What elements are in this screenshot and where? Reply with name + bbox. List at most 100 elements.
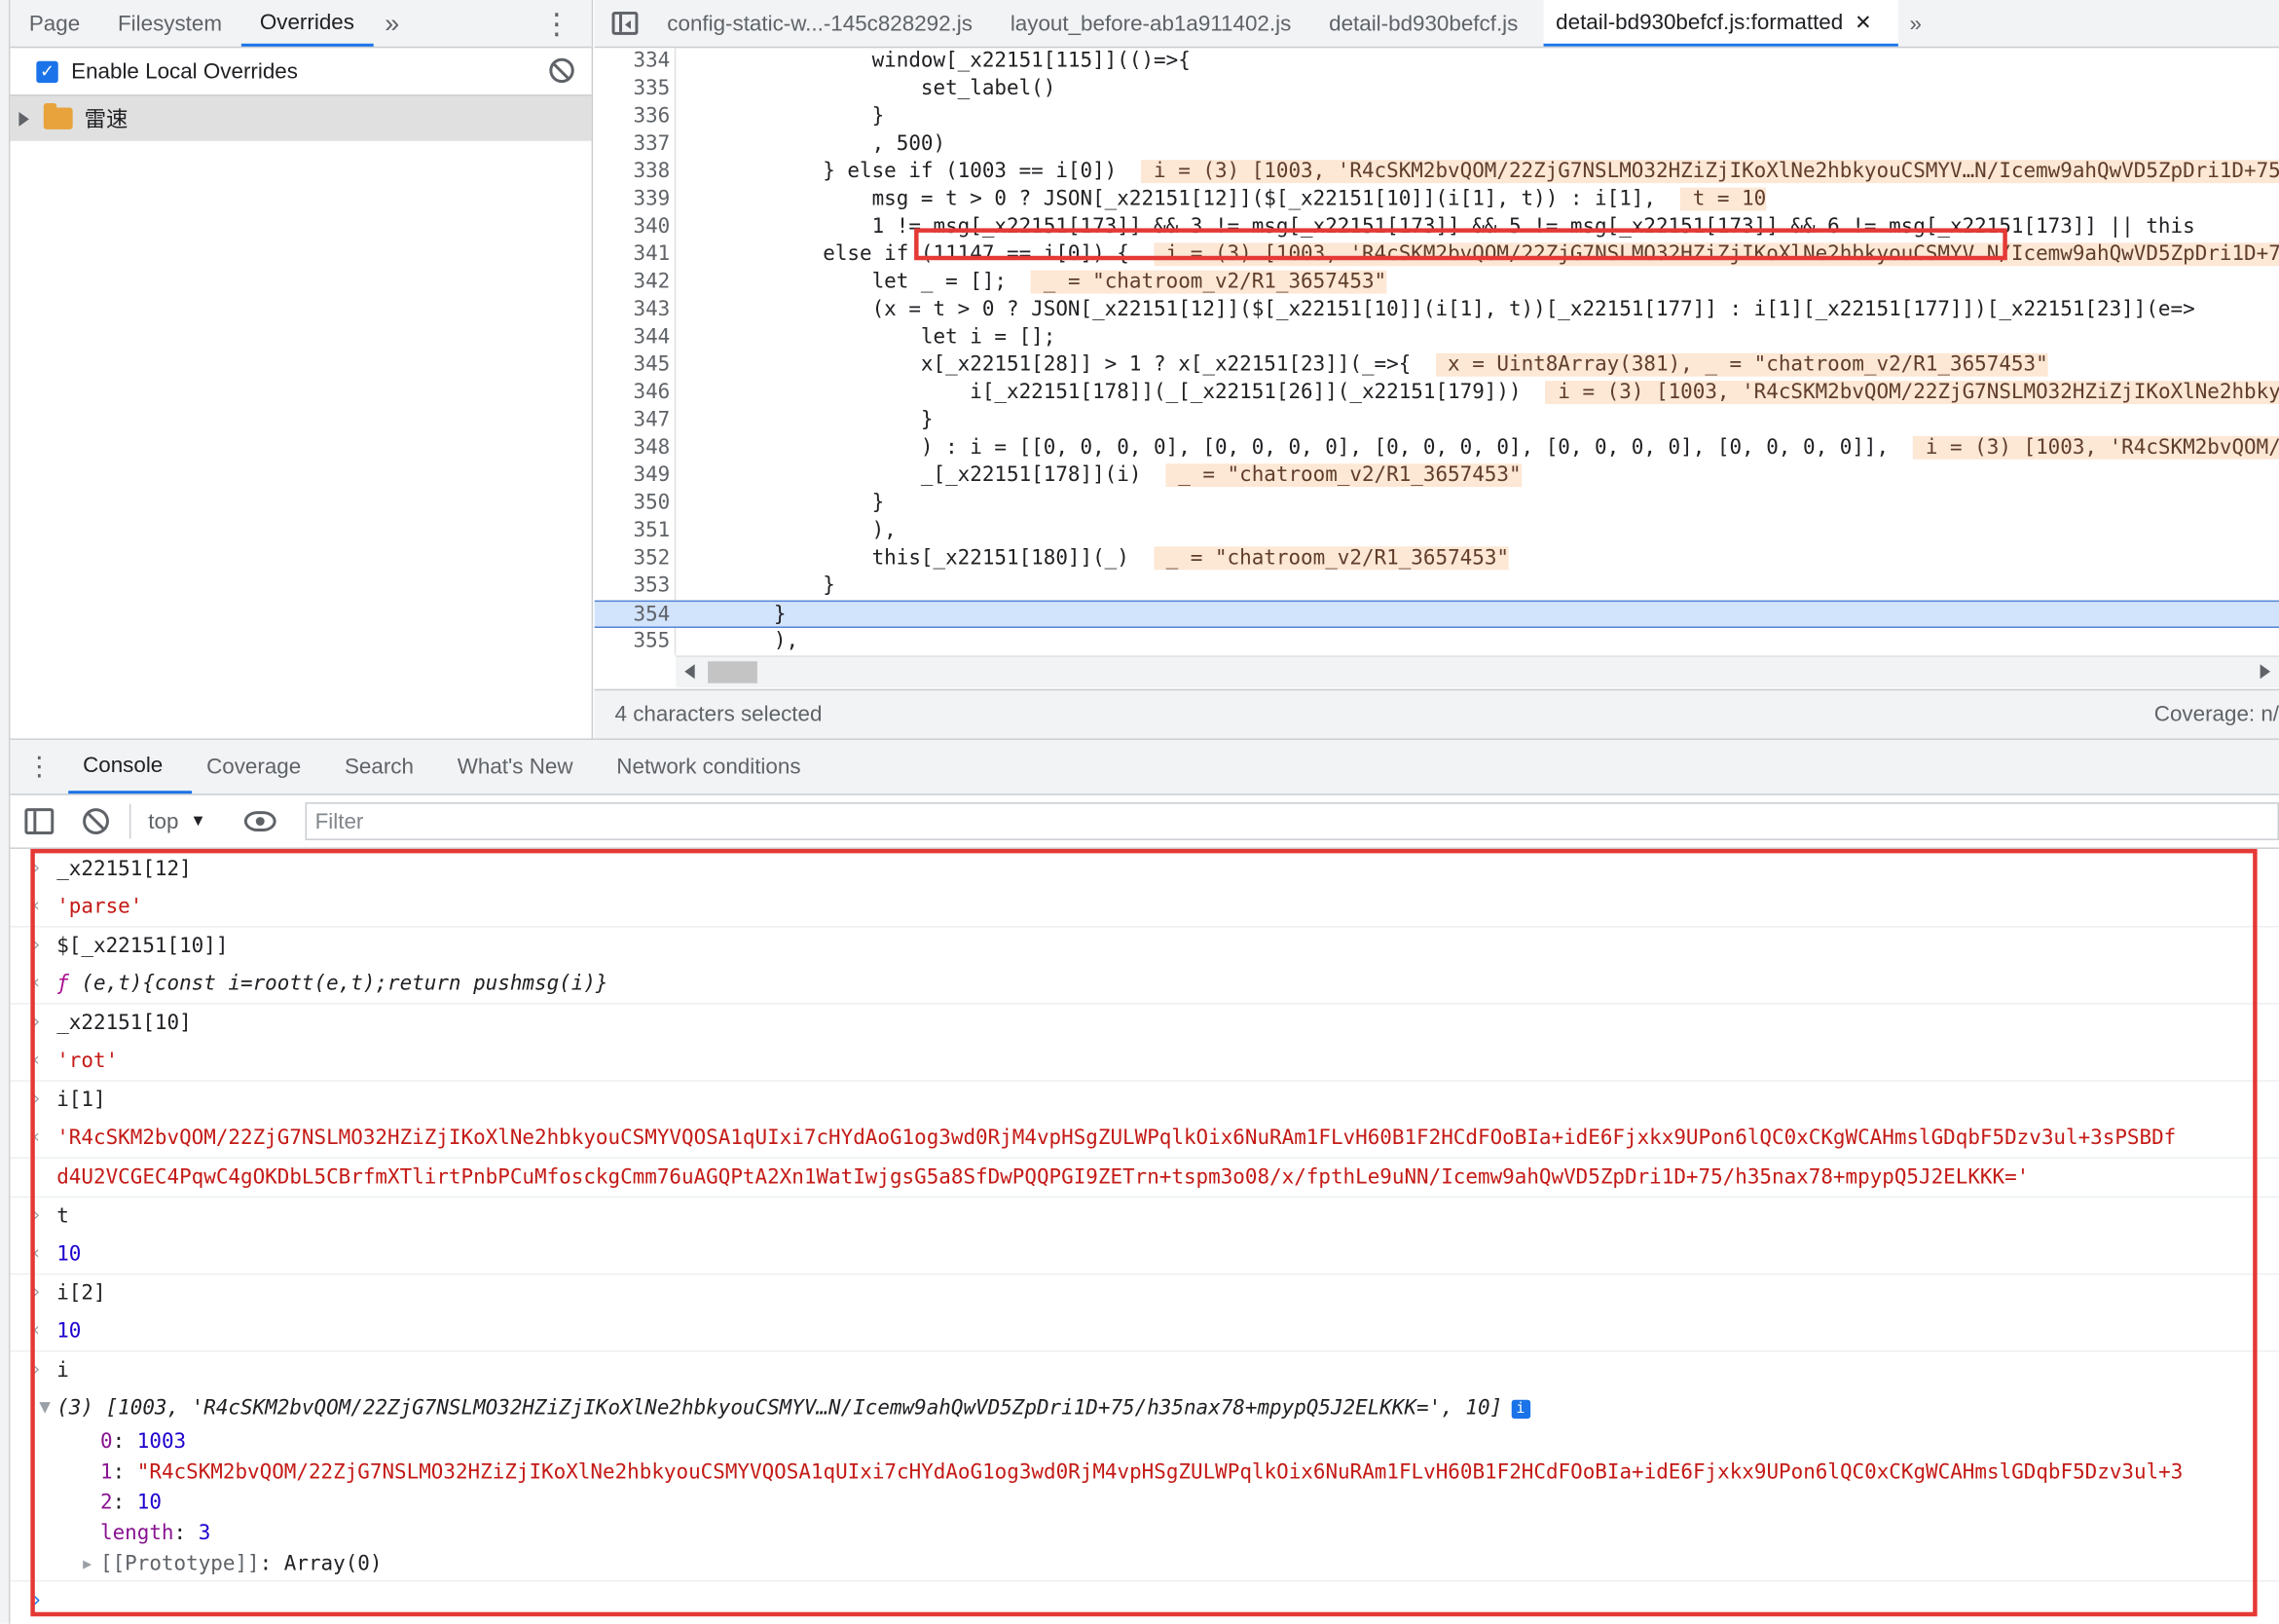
- toggle-navigator-button[interactable]: [595, 0, 656, 47]
- context-selector[interactable]: top ▼: [148, 809, 205, 833]
- code-line[interactable]: 352 this[_x22151[180]](_) _ = "chatroom_…: [595, 545, 2279, 572]
- line-number[interactable]: 343: [595, 297, 671, 324]
- line-number[interactable]: 341: [595, 241, 671, 269]
- collapse-arrow-icon[interactable]: ▼: [39, 1389, 51, 1427]
- expand-arrow-icon[interactable]: [18, 111, 29, 127]
- more-editor-tabs-icon[interactable]: »: [1898, 0, 1948, 47]
- console-result[interactable]: ‹ 'parse': [10, 888, 2279, 928]
- tab-console[interactable]: Console: [68, 740, 193, 794]
- code-line[interactable]: 355 ),: [595, 628, 2279, 655]
- code-line[interactable]: 347 }: [595, 407, 2279, 434]
- line-number[interactable]: 353: [595, 572, 671, 600]
- code-line[interactable]: 336 }: [595, 103, 2279, 130]
- scrollbar-thumb[interactable]: [708, 661, 757, 683]
- code-line[interactable]: 349 _[_x22151[178]](i) _ = "chatroom_v2/…: [595, 462, 2279, 490]
- editor-tab-detail-formatted[interactable]: detail-bd930befcf.js:formatted ✕: [1544, 0, 1898, 47]
- tab-whats-new[interactable]: What's New: [443, 740, 603, 794]
- code-line[interactable]: 351 ),: [595, 518, 2279, 545]
- array-prototype[interactable]: ▶ [[Prototype]]: Array(0): [10, 1550, 2279, 1582]
- kebab-menu-icon[interactable]: ⋮: [542, 6, 571, 42]
- line-number[interactable]: 345: [595, 351, 671, 379]
- code-line[interactable]: 343 (x = t > 0 ? JSON[_x22151[12]]($[_x2…: [595, 297, 2279, 324]
- console-result[interactable]: ‹ 10: [10, 1312, 2279, 1352]
- console-input[interactable]: › i[1]: [10, 1082, 2279, 1120]
- scroll-left-icon[interactable]: [684, 664, 695, 680]
- clear-overrides-icon[interactable]: [549, 57, 574, 84]
- line-number[interactable]: 339: [595, 186, 671, 213]
- line-number[interactable]: 354: [595, 602, 671, 629]
- line-number[interactable]: 346: [595, 380, 671, 407]
- enable-overrides-row[interactable]: ✓ Enable Local Overrides: [10, 48, 592, 96]
- code-line[interactable]: 337 , 500): [595, 130, 2279, 158]
- live-expression-eye-icon[interactable]: [243, 811, 276, 831]
- line-number[interactable]: 338: [595, 159, 671, 186]
- tab-filesystem[interactable]: Filesystem: [99, 0, 241, 47]
- drawer-menu-icon[interactable]: ⋮: [10, 740, 68, 794]
- close-icon[interactable]: ✕: [1855, 10, 1872, 34]
- console-result[interactable]: d4U2VCGEC4PqwC4gOKDbL5CBrfmXTlirtPnbPCuM…: [10, 1159, 2279, 1199]
- line-number[interactable]: 336: [595, 103, 671, 130]
- line-number[interactable]: 351: [595, 518, 671, 545]
- line-number[interactable]: 340: [595, 213, 671, 240]
- array-property[interactable]: 1: "R4cSKM2bvQOM/22ZjG7NSLMO32HZiZjIKoXl…: [10, 1458, 2279, 1488]
- code-line[interactable]: 346 i[_x22151[178]](_[_x22151[26]](_x221…: [595, 380, 2279, 407]
- code-line[interactable]: 354 }: [594, 600, 2279, 629]
- info-icon[interactable]: i: [1511, 1399, 1530, 1419]
- line-number[interactable]: 335: [595, 76, 671, 103]
- more-tabs-icon[interactable]: »: [373, 0, 411, 47]
- line-number[interactable]: 348: [595, 434, 671, 461]
- enable-overrides-checkbox[interactable]: ✓: [36, 59, 58, 83]
- line-number[interactable]: 352: [595, 545, 671, 572]
- console-input[interactable]: › _x22151[12]: [10, 850, 2279, 888]
- console-result[interactable]: ‹ 'R4cSKM2bvQOM/22ZjG7NSLMO32HZiZjIKoXlNe…: [10, 1120, 2279, 1159]
- tab-coverage[interactable]: Coverage: [192, 740, 330, 794]
- code-line[interactable]: 338 } else if (1003 == i[0]) i = (3) [10…: [595, 159, 2279, 186]
- line-number[interactable]: 350: [595, 490, 671, 517]
- code-line[interactable]: 353 }: [595, 572, 2279, 600]
- code-line[interactable]: 335 set_label(): [595, 76, 2279, 103]
- console-input[interactable]: › _x22151[10]: [10, 1005, 2279, 1043]
- clear-console-icon[interactable]: [83, 808, 109, 834]
- line-number[interactable]: 355: [595, 628, 671, 655]
- line-number[interactable]: 347: [595, 407, 671, 434]
- array-result[interactable]: ▼ (3) [1003, 'R4cSKM2bvQOM/22ZjG7NSLMO32H…: [10, 1389, 2279, 1427]
- console-messages[interactable]: › _x22151[12] ‹ 'parse' › $[_x22151[10]] ‹ ƒ (e…: [10, 850, 2279, 1624]
- line-number[interactable]: 349: [595, 462, 671, 490]
- array-property[interactable]: 0: 1003: [10, 1427, 2279, 1458]
- tab-network-conditions[interactable]: Network conditions: [602, 740, 829, 794]
- console-prompt[interactable]: ›: [10, 1581, 2279, 1619]
- console-input[interactable]: › i: [10, 1351, 2279, 1389]
- array-property[interactable]: length: 3: [10, 1519, 2279, 1549]
- tab-page[interactable]: Page: [10, 0, 98, 47]
- array-property[interactable]: 2: 10: [10, 1489, 2279, 1519]
- console-input[interactable]: › $[_x22151[10]]: [10, 928, 2279, 966]
- code-line[interactable]: 344 let i = [];: [595, 324, 2279, 351]
- console-result[interactable]: ‹ 'rot': [10, 1042, 2279, 1082]
- editor-tab-detail[interactable]: detail-bd930befcf.js: [1317, 0, 1544, 47]
- line-number[interactable]: 342: [595, 269, 671, 296]
- code-line[interactable]: 342 let _ = []; _ = "chatroom_v2/R1_3657…: [595, 269, 2279, 296]
- console-result[interactable]: ‹ 10: [10, 1236, 2279, 1275]
- editor-tab-config[interactable]: config-static-w...-145c828292.js: [655, 0, 999, 47]
- horizontal-scrollbar[interactable]: [676, 655, 2279, 688]
- console-result[interactable]: ‹ ƒ (e,t){const i=roott(e,t);return pushm…: [10, 965, 2279, 1005]
- tab-search[interactable]: Search: [330, 740, 443, 794]
- tab-overrides[interactable]: Overrides: [240, 0, 374, 47]
- editor-tab-layout[interactable]: layout_before-ab1a911402.js: [999, 0, 1317, 47]
- scroll-right-icon[interactable]: [2260, 664, 2271, 680]
- code-line[interactable]: 345 x[_x22151[28]] > 1 ? x[_x22151[23]](…: [595, 351, 2279, 379]
- code-line[interactable]: 348 ) : i = [[0, 0, 0, 0], [0, 0, 0, 0],…: [595, 434, 2279, 461]
- line-number[interactable]: 337: [595, 130, 671, 158]
- code-line[interactable]: 350 }: [595, 490, 2279, 517]
- console-filter-input[interactable]: Filter: [305, 802, 2279, 840]
- console-sidebar-icon[interactable]: [24, 808, 55, 834]
- console-input[interactable]: › t: [10, 1198, 2279, 1236]
- expand-arrow-icon[interactable]: ▶: [83, 1550, 92, 1580]
- console-input[interactable]: › i[2]: [10, 1274, 2279, 1312]
- line-number[interactable]: 334: [595, 48, 671, 75]
- line-number[interactable]: 344: [595, 324, 671, 351]
- code-line[interactable]: 334 window[_x22151[115]](()=>{: [595, 48, 2279, 75]
- code-area[interactable]: 334 window[_x22151[115]](()=>{335 set_la…: [594, 48, 2279, 656]
- code-line[interactable]: 339 msg = t > 0 ? JSON[_x22151[12]]($[_x…: [595, 186, 2279, 213]
- overrides-folder[interactable]: 雷速: [10, 95, 592, 141]
